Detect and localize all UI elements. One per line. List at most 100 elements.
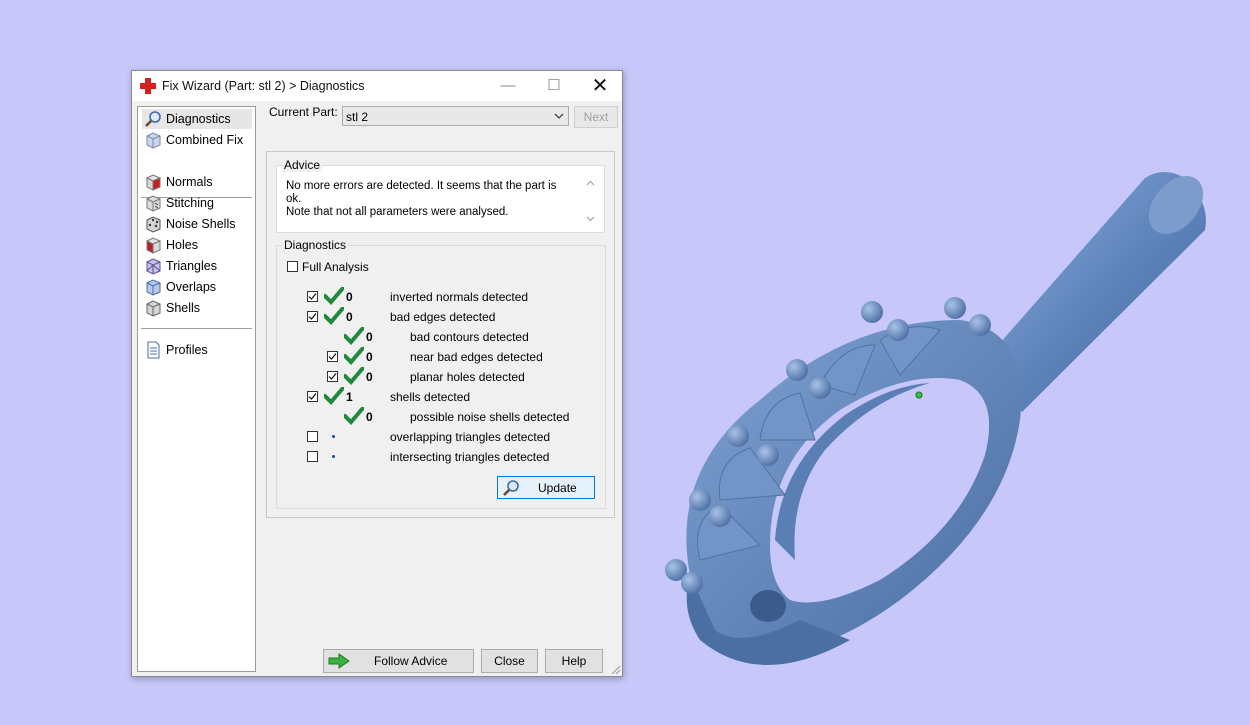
noise-shells-count: 0 (366, 410, 373, 424)
nav-item-shells[interactable]: Shells (142, 298, 252, 318)
maximize-button[interactable]: ☐ (531, 71, 577, 101)
cube-triangles-icon (146, 258, 161, 275)
nav-label: Holes (166, 238, 198, 252)
near-bad-edges-checkbox[interactable] (327, 351, 338, 362)
full-analysis-checkbox[interactable] (287, 261, 298, 272)
close-icon: ✕ (591, 75, 609, 97)
current-part-label: Current Part: (269, 105, 338, 119)
help-label: Help (561, 654, 587, 668)
nav-item-normals[interactable]: Normals (142, 172, 252, 192)
inverted-normals-checkbox[interactable] (307, 291, 318, 302)
nav-label: Combined Fix (166, 133, 244, 147)
noise-shells-label: possible noise shells detected (410, 410, 570, 424)
scroll-down-icon[interactable] (586, 214, 595, 223)
title-bar[interactable]: Fix Wizard (Part: stl 2) > Diagnostics —… (132, 71, 622, 101)
wizard-nav: Diagnostics Combined Fix Normals Stitchi… (137, 106, 256, 672)
diagnostics-title: Diagnostics (282, 238, 349, 252)
nav-item-noise-shells[interactable]: Noise Shells (142, 214, 252, 234)
green-check-icon (324, 307, 344, 325)
planar-holes-count: 0 (366, 370, 373, 384)
minimize-icon: — (500, 77, 516, 94)
red-cross-icon (140, 78, 156, 94)
cube-overlaps-icon (146, 279, 161, 296)
next-label: Next (583, 110, 609, 124)
checkmark-icon (308, 293, 317, 300)
full-analysis-label: Full Analysis (302, 260, 369, 274)
nav-label: Noise Shells (166, 217, 236, 231)
nav-label: Shells (166, 301, 201, 315)
nav-item-combined-fix[interactable]: Combined Fix (142, 130, 252, 150)
cube-icon (146, 132, 161, 149)
advice-title: Advice (282, 158, 323, 172)
pending-dot-icon (332, 435, 335, 438)
green-check-icon (344, 367, 364, 385)
checkmark-icon (328, 373, 337, 380)
maximize-icon: ☐ (547, 77, 561, 94)
green-check-icon (324, 387, 344, 405)
nav-item-profiles[interactable]: Profiles (142, 340, 252, 360)
cube-red-face-icon (145, 174, 162, 191)
minimize-button[interactable]: — (485, 71, 531, 101)
inverted-normals-label: inverted normals detected (390, 290, 529, 304)
dialog-title: Fix Wizard (Part: stl 2) > Diagnostics (162, 79, 365, 93)
shells-count: 1 (346, 390, 353, 404)
scroll-up-icon[interactable] (586, 179, 595, 188)
overlapping-triangles-checkbox[interactable] (307, 431, 318, 442)
magnifier-icon (145, 111, 161, 127)
near-bad-edges-count: 0 (366, 350, 373, 364)
nav-label: Normals (166, 175, 213, 189)
nav-label: Triangles (166, 259, 217, 273)
nav-separator (141, 328, 252, 329)
green-check-icon (344, 327, 364, 345)
current-part-select[interactable]: stl 2 (342, 106, 569, 126)
follow-advice-label: Follow Advice (374, 654, 448, 668)
update-button[interactable]: Update (497, 476, 595, 499)
nav-item-overlaps[interactable]: Overlaps (142, 277, 252, 297)
nav-item-triangles[interactable]: Triangles (142, 256, 252, 276)
checkmark-icon (308, 313, 317, 320)
model-pin-hole (750, 590, 786, 622)
resize-grip-icon[interactable] (611, 665, 621, 675)
nav-label: Diagnostics (166, 112, 231, 126)
bad-contours-count: 0 (366, 330, 373, 344)
close-label: Close (494, 654, 525, 668)
3d-model[interactable] (665, 166, 1214, 665)
nav-label: Profiles (166, 343, 208, 357)
nav-item-diagnostics[interactable]: Diagnostics (142, 109, 252, 129)
bad-edges-checkbox[interactable] (307, 311, 318, 322)
green-arrow-icon (328, 653, 350, 669)
planar-holes-checkbox[interactable] (327, 371, 338, 382)
overlapping-triangles-label: overlapping triangles detected (390, 430, 551, 444)
green-check-icon (344, 407, 364, 425)
help-button[interactable]: Help (545, 649, 603, 673)
follow-advice-button[interactable]: Follow Advice (323, 649, 474, 673)
bad-contours-label: bad contours detected (410, 330, 529, 344)
green-check-icon (324, 287, 344, 305)
intersecting-triangles-checkbox[interactable] (307, 451, 318, 462)
green-check-icon (344, 347, 364, 365)
cube-holes-icon (145, 237, 162, 254)
intersecting-triangles-label: intersecting triangles detected (390, 450, 550, 464)
advice-line-1: No more errors are detected. It seems th… (286, 180, 557, 205)
magnifier-icon (503, 480, 519, 496)
checkmark-icon (308, 393, 317, 400)
next-button[interactable]: Next (574, 106, 618, 128)
cube-stitch-icon (146, 195, 161, 212)
chevron-down-icon (554, 113, 564, 119)
diagnostics-panel: Advice No more errors are detected. It s… (266, 151, 615, 518)
advice-text: No more errors are detected. It seems th… (286, 180, 566, 219)
update-label: Update (538, 481, 577, 495)
planar-holes-label: planar holes detected (410, 370, 525, 384)
close-window-button[interactable]: ✕ (577, 71, 623, 101)
nav-item-stitching[interactable]: Stitching (142, 193, 252, 213)
nav-item-holes[interactable]: Holes (142, 235, 252, 255)
document-icon (147, 341, 160, 359)
fix-wizard-dialog: Fix Wizard (Part: stl 2) > Diagnostics —… (131, 70, 623, 677)
close-button[interactable]: Close (481, 649, 538, 673)
advice-line-2: Note that not all parameters were analys… (286, 206, 509, 218)
model-selection-marker[interactable] (915, 391, 923, 399)
current-part-value: stl 2 (346, 110, 369, 124)
bad-edges-count: 0 (346, 310, 353, 324)
inverted-normals-count: 0 (346, 290, 353, 304)
shells-checkbox[interactable] (307, 391, 318, 402)
